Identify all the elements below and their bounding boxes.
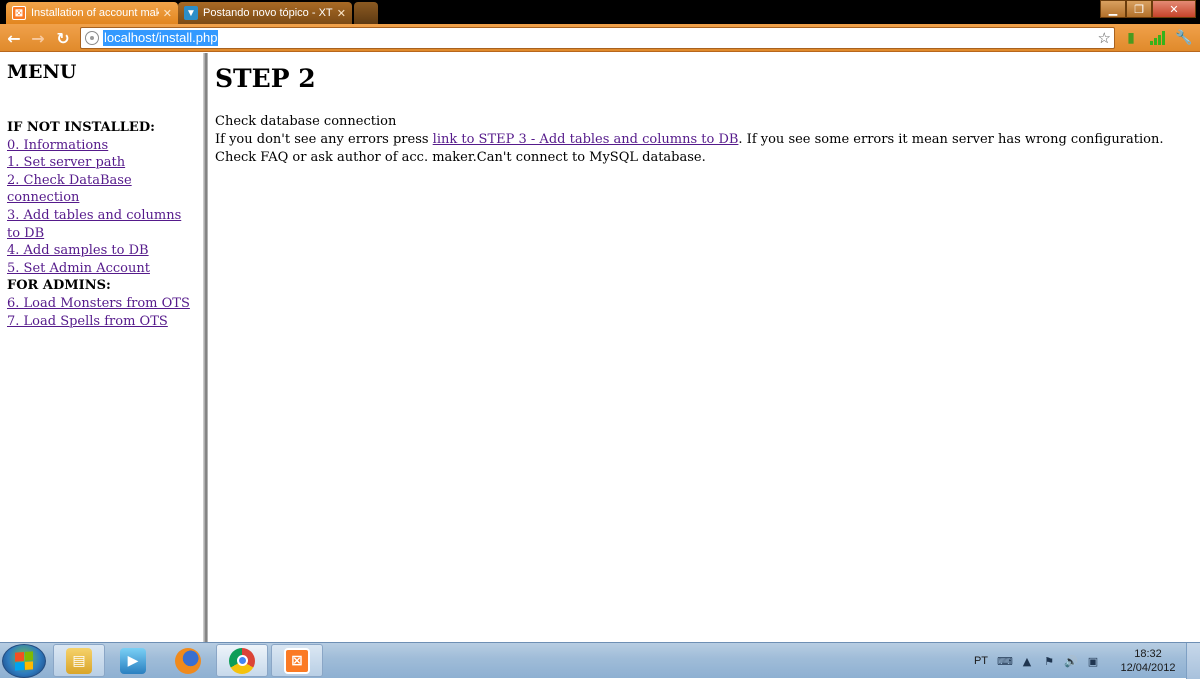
- forum-icon: ▼: [184, 6, 198, 20]
- page-title: STEP 2: [215, 64, 316, 93]
- taskbar-firefox[interactable]: [162, 644, 214, 677]
- media-player-icon: ▶: [120, 647, 146, 674]
- new-tab-button[interactable]: [354, 2, 378, 24]
- clock-date: 12/04/2012: [1120, 662, 1176, 674]
- menu-frame: MENU IF NOT INSTALLED: 0. Informations 1…: [0, 53, 203, 642]
- minimize-button[interactable]: ▁: [1100, 0, 1126, 18]
- menu-link-check-database[interactable]: 2. Check DataBase connection: [7, 172, 196, 207]
- extension-icon[interactable]: ▮: [1122, 29, 1140, 47]
- tab-title: Installation of account mak: [31, 7, 159, 19]
- taskbar-media-player[interactable]: ▶: [107, 644, 159, 677]
- explorer-icon: ▤: [66, 647, 92, 674]
- tab-title: Postando novo tópico - XT: [203, 7, 333, 19]
- firefox-icon: [175, 647, 201, 674]
- step-instructions: If you don't see any errors press link t…: [215, 131, 1193, 167]
- next-step-link[interactable]: link to STEP 3 - Add tables and columns …: [433, 132, 739, 147]
- action-center-flag-icon[interactable]: ⚑: [1041, 653, 1057, 669]
- xampp-icon: ⊠: [12, 6, 26, 20]
- back-button[interactable]: ←: [4, 28, 24, 48]
- menu-link-set-server-path[interactable]: 1. Set server path: [7, 154, 196, 172]
- restore-button[interactable]: ❐: [1126, 0, 1152, 18]
- xampp-icon: ⊠: [284, 647, 310, 674]
- section-heading-for-admins: FOR ADMINS:: [7, 278, 111, 294]
- step-content: Check database connection If you don't s…: [215, 113, 1193, 167]
- taskbar-chrome[interactable]: [216, 644, 268, 677]
- menu-link-add-samples[interactable]: 4. Add samples to DB: [7, 242, 196, 260]
- window-controls: ▁ ❐ ✕: [1100, 0, 1196, 18]
- keyboard-icon[interactable]: ⌨: [997, 653, 1013, 669]
- language-indicator[interactable]: PT: [974, 655, 988, 667]
- menu-link-load-spells[interactable]: 7. Load Spells from OTS: [7, 313, 196, 331]
- network-icon[interactable]: ▣: [1085, 653, 1101, 669]
- menu-link-load-monsters[interactable]: 6. Load Monsters from OTS: [7, 295, 196, 313]
- taskbar-explorer[interactable]: ▤: [53, 644, 105, 677]
- chrome-icon: [229, 647, 255, 674]
- page-info-icon[interactable]: [85, 31, 99, 45]
- tab-forum-post[interactable]: ▼ Postando novo tópico - XT ✕: [178, 2, 352, 24]
- step-description: Check database connection: [215, 114, 397, 129]
- forward-button[interactable]: →: [28, 28, 48, 48]
- windows-taskbar: ▤ ▶ ⊠ PT ⌨ ▲ ⚑ 🔊 ▣ 18:32 12/04/2012: [0, 642, 1200, 679]
- volume-icon[interactable]: 🔊: [1063, 653, 1079, 669]
- address-bar[interactable]: localhost/install.php ☆: [80, 27, 1115, 49]
- url-text[interactable]: localhost/install.php: [103, 30, 219, 46]
- taskbar-xampp[interactable]: ⊠: [271, 644, 323, 677]
- close-window-button[interactable]: ✕: [1152, 0, 1196, 18]
- browser-toolbar: ← → ↻ localhost/install.php ☆ ▮ 🔧: [0, 24, 1200, 52]
- show-desktop-button[interactable]: [1186, 643, 1200, 679]
- content-frame: STEP 2 Check database connection If you …: [208, 53, 1200, 642]
- menu-title: MENU: [7, 61, 77, 83]
- menu-link-informations[interactable]: 0. Informations: [7, 137, 196, 155]
- page-viewport: MENU IF NOT INSTALLED: 0. Informations 1…: [0, 53, 1200, 642]
- section-heading-not-installed: IF NOT INSTALLED:: [7, 120, 155, 135]
- tab-strip: ⊠ Installation of account mak ✕ ▼ Postan…: [0, 0, 1200, 24]
- instruction-text: If you don't see any errors press: [215, 132, 433, 147]
- show-hidden-icons-icon[interactable]: ▲: [1019, 653, 1035, 669]
- windows-logo-icon: [15, 651, 33, 671]
- clock-time: 18:32: [1134, 648, 1162, 660]
- system-tray: PT ⌨ ▲ ⚑ 🔊 ▣ 18:32 12/04/2012: [974, 643, 1200, 679]
- bookmark-star-icon[interactable]: ☆: [1098, 29, 1111, 47]
- wrench-menu-icon[interactable]: 🔧: [1175, 29, 1193, 47]
- close-tab-icon[interactable]: ✕: [337, 7, 346, 20]
- menu-link-add-tables[interactable]: 3. Add tables and columns to DB: [7, 207, 196, 242]
- tab-installation[interactable]: ⊠ Installation of account mak ✕: [6, 2, 178, 24]
- signal-bars-icon[interactable]: [1148, 29, 1166, 47]
- reload-button[interactable]: ↻: [53, 28, 73, 48]
- start-button[interactable]: [2, 644, 46, 678]
- menu-link-set-admin[interactable]: 5. Set Admin Account: [7, 260, 196, 278]
- close-tab-icon[interactable]: ✕: [163, 7, 172, 20]
- clock[interactable]: 18:32 12/04/2012: [1110, 647, 1186, 675]
